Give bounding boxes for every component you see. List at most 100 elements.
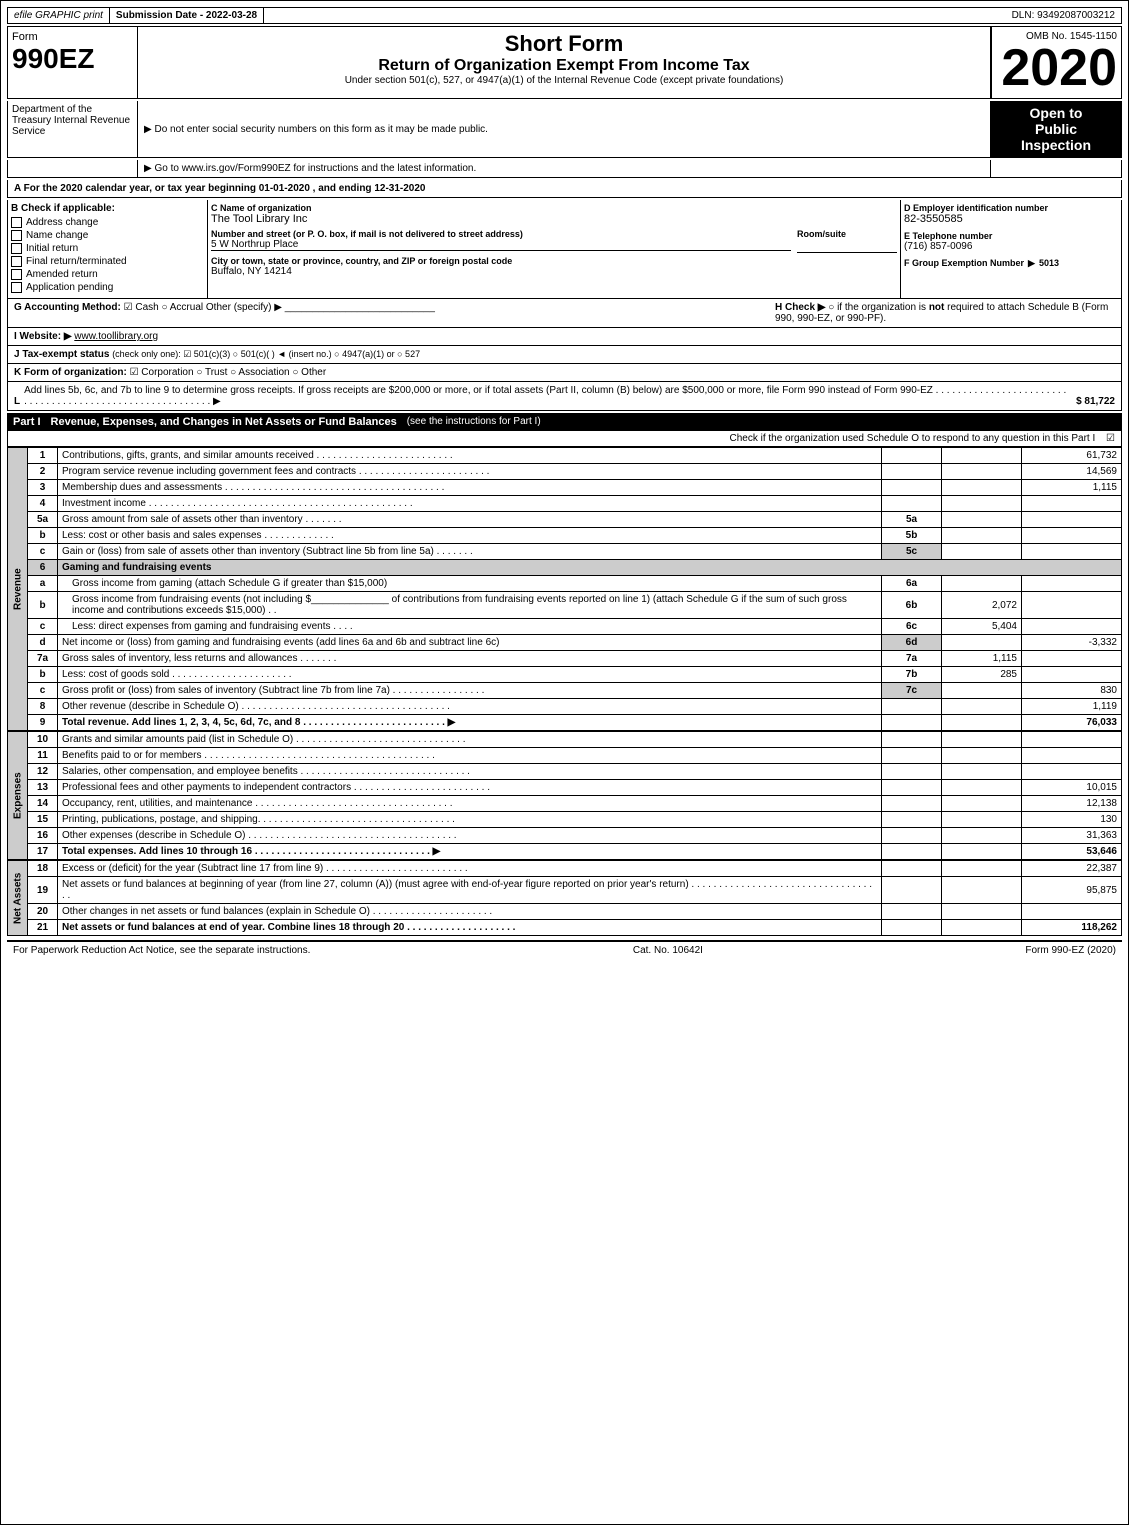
- col-label-7b: 7b: [882, 667, 942, 683]
- line-desc-4: Investment income . . . . . . . . . . . …: [58, 496, 882, 512]
- amount-6c: [1022, 619, 1122, 635]
- f-label: F Group Exemption Number: [904, 258, 1024, 269]
- part1-see-instructions: (see the instructions for Part I): [407, 416, 541, 428]
- form-subtitle: Return of Organization Exempt From Incom…: [142, 57, 986, 75]
- col-b-20: [882, 904, 942, 920]
- amount-6b: [1022, 592, 1122, 619]
- form-title-block: Short Form Return of Organization Exempt…: [138, 27, 991, 98]
- i-label: I Website: ▶: [14, 331, 72, 342]
- table-row: 3 Membership dues and assessments . . . …: [8, 480, 1122, 496]
- col-label-7c: 7c: [882, 683, 942, 699]
- amount-13: 10,015: [1022, 780, 1122, 796]
- part1-label: Part I: [13, 416, 41, 428]
- col-c-10: [942, 732, 1022, 748]
- line-desc-8: Other revenue (describe in Schedule O) .…: [58, 699, 882, 715]
- i-row: I Website: ▶ www.toollibrary.org: [7, 328, 1122, 346]
- col-b-11: [882, 748, 942, 764]
- line-desc-6c: Less: direct expenses from gaming and fu…: [58, 619, 882, 635]
- col-b-16: [882, 828, 942, 844]
- col-blank-3b: [942, 480, 1022, 496]
- section-c: C Name of organization The Tool Library …: [208, 200, 901, 298]
- col-label-5c: 5c: [882, 544, 942, 560]
- open-label3: Inspection: [1021, 137, 1091, 153]
- line-num-16: 16: [28, 828, 58, 844]
- line-desc-13: Professional fees and other payments to …: [58, 780, 882, 796]
- col-c-12: [942, 764, 1022, 780]
- line-num-10: 10: [28, 732, 58, 748]
- table-row: b Less: cost of goods sold . . . . . . .…: [8, 667, 1122, 683]
- cb-initial-label: Initial return: [26, 243, 78, 254]
- col-blank-1: [882, 448, 942, 464]
- line-desc-5b: Less: cost or other basis and sales expe…: [58, 528, 882, 544]
- expenses-table: Expenses 10 Grants and similar amounts p…: [7, 731, 1122, 860]
- line-num-6c: c: [28, 619, 58, 635]
- col-blank-1b: [942, 448, 1022, 464]
- line-num-17: 17: [28, 844, 58, 860]
- dept-block: Department of the Treasury Internal Reve…: [8, 101, 138, 157]
- line-num-7a: 7a: [28, 651, 58, 667]
- form-footer-label: Form 990-EZ (2020): [1025, 945, 1116, 956]
- line-desc-9: Total revenue. Add lines 1, 2, 3, 4, 5c,…: [58, 715, 882, 731]
- line-num-5c: c: [28, 544, 58, 560]
- line-num-6a: a: [28, 576, 58, 592]
- net-assets-label-cell: Net Assets: [8, 861, 28, 936]
- table-row: 19 Net assets or fund balances at beginn…: [8, 877, 1122, 904]
- g-cash: ☑ Cash: [124, 302, 159, 313]
- j-row: J Tax-exempt status (check only one): ☑ …: [7, 346, 1122, 364]
- col-c-13: [942, 780, 1022, 796]
- line-num-20: 20: [28, 904, 58, 920]
- table-row: 9 Total revenue. Add lines 1, 2, 3, 4, 5…: [8, 715, 1122, 731]
- col-c-18: [942, 861, 1022, 877]
- form-title: Short Form: [142, 31, 986, 57]
- efile-label: efile GRAPHIC print: [8, 8, 110, 23]
- col-b-15: [882, 812, 942, 828]
- line-desc-3: Membership dues and assessments . . . . …: [58, 480, 882, 496]
- col-blank-9b: [942, 715, 1022, 731]
- amount-18: 22,387: [1022, 861, 1122, 877]
- checkbox-initial-return: Initial return: [11, 243, 204, 254]
- j-text: (check only one): ☑ 501(c)(3) ○ 501(c)( …: [112, 349, 420, 359]
- line-desc-10: Grants and similar amounts paid (list in…: [58, 732, 882, 748]
- line-desc-16: Other expenses (describe in Schedule O) …: [58, 828, 882, 844]
- l-label: L: [14, 396, 20, 407]
- checkbox-amended: Amended return: [11, 269, 204, 280]
- line-num-21: 21: [28, 920, 58, 936]
- expenses-label-cell: Expenses: [8, 732, 28, 860]
- form-page: efile GRAPHIC print Submission Date - 20…: [0, 0, 1129, 1525]
- amount-3: 1,115: [1022, 480, 1122, 496]
- city-value: Buffalo, NY 14214: [211, 266, 897, 277]
- col-c-14: [942, 796, 1022, 812]
- amount-7a: [1022, 651, 1122, 667]
- table-row: c Less: direct expenses from gaming and …: [8, 619, 1122, 635]
- cb-application-label: Application pending: [26, 282, 113, 293]
- table-row: 20 Other changes in net assets or fund b…: [8, 904, 1122, 920]
- tax-year-row: A For the 2020 calendar year, or tax yea…: [7, 180, 1122, 198]
- cb-name-label: Name change: [26, 230, 88, 241]
- cb-final-label: Final return/terminated: [26, 256, 127, 267]
- part1-header: Part I Revenue, Expenses, and Changes in…: [7, 413, 1122, 431]
- line-num-18: 18: [28, 861, 58, 877]
- line-desc-12: Salaries, other compensation, and employ…: [58, 764, 882, 780]
- checkbox-name-change: Name change: [11, 230, 204, 241]
- cb-amended: [11, 269, 22, 280]
- line-num-1: 1: [28, 448, 58, 464]
- table-row: b Less: cost or other basis and sales ex…: [8, 528, 1122, 544]
- col-val-7b: 285: [942, 667, 1022, 683]
- k-label: K Form of organization:: [14, 367, 127, 378]
- open-block: Open to Public Inspection: [991, 101, 1121, 157]
- amount-19: 95,875: [1022, 877, 1122, 904]
- table-row: 21 Net assets or fund balances at end of…: [8, 920, 1122, 936]
- open-label2: Public: [1035, 121, 1077, 137]
- revenue-label-cell: Revenue: [8, 448, 28, 731]
- schedule-o-text: Check if the organization used Schedule …: [729, 433, 1095, 444]
- line-num-8: 8: [28, 699, 58, 715]
- dept-row-2: ▶ Go to www.irs.gov/Form990EZ for instru…: [7, 160, 1122, 178]
- h-label: H Check ▶: [775, 302, 825, 313]
- l-text: Add lines 5b, 6c, and 7b to line 9 to de…: [24, 385, 1068, 407]
- line-desc-6: Gaming and fundraising events: [58, 560, 1122, 576]
- table-row: c Gain or (loss) from sale of assets oth…: [8, 544, 1122, 560]
- h-text: ○ if the organization is not required to…: [775, 302, 1108, 324]
- line-num-6b: b: [28, 592, 58, 619]
- col-b-18: [882, 861, 942, 877]
- gh-row: G Accounting Method: ☑ Cash ○ Accrual Ot…: [7, 299, 1122, 328]
